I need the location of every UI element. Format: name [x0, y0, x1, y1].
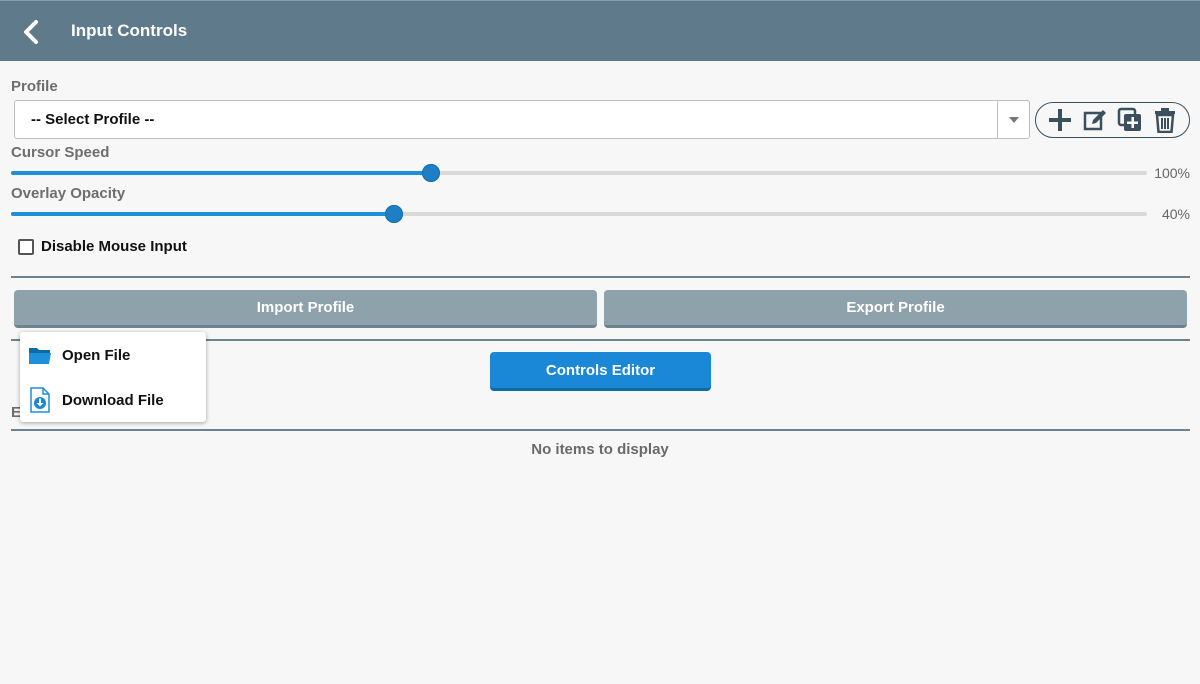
page-title: Input Controls	[71, 21, 188, 40]
profile-select[interactable]: -- Select Profile --	[14, 100, 1030, 139]
slider-thumb[interactable]	[384, 205, 403, 223]
delete-profile-button[interactable]	[1150, 105, 1180, 135]
disable-mouse-input-label: Disable Mouse Input	[41, 238, 187, 255]
cursor-speed-label: Cursor Speed	[11, 144, 110, 161]
folder-icon	[28, 342, 52, 368]
slider-fill	[11, 212, 394, 216]
export-profile-button[interactable]: Export Profile	[604, 290, 1187, 328]
empty-list-message: No items to display	[531, 441, 669, 458]
menu-item-download-file[interactable]: Download File	[20, 378, 206, 422]
cursor-speed-slider[interactable]	[11, 163, 1147, 183]
import-popup-menu: Open File Download File	[20, 332, 206, 422]
profile-select-value: -- Select Profile --	[31, 111, 155, 128]
edit-icon	[1083, 110, 1106, 131]
trash-icon	[1155, 108, 1176, 133]
add-profile-button[interactable]	[1045, 105, 1075, 135]
profile-toolbar	[1035, 102, 1190, 138]
controls-editor-button[interactable]: Controls Editor	[490, 352, 711, 391]
slider-thumb[interactable]	[422, 164, 441, 182]
back-arrow-icon	[24, 20, 38, 44]
divider	[11, 276, 1190, 278]
overlay-opacity-slider[interactable]	[11, 204, 1147, 224]
download-file-icon	[28, 387, 52, 413]
menu-item-open-file[interactable]: Open File	[20, 333, 206, 377]
overlay-opacity-value: 40%	[1161, 206, 1190, 222]
app-bar: Input Controls	[0, 0, 1200, 61]
back-button[interactable]	[12, 13, 50, 51]
divider	[11, 429, 1190, 431]
menu-item-label: Open File	[62, 346, 131, 364]
import-profile-button[interactable]: Import Profile	[14, 290, 597, 328]
dropdown-arrow-icon[interactable]	[997, 101, 1029, 138]
slider-fill	[11, 171, 432, 175]
profile-label: Profile	[11, 78, 58, 95]
checkbox-box[interactable]	[18, 238, 34, 255]
plus-icon	[1048, 109, 1071, 131]
overlay-opacity-label: Overlay Opacity	[11, 185, 126, 202]
duplicate-profile-button[interactable]	[1115, 105, 1145, 135]
edit-profile-button[interactable]	[1080, 105, 1110, 135]
menu-item-label: Download File	[62, 391, 164, 409]
disable-mouse-input-checkbox[interactable]: Disable Mouse Input	[18, 238, 187, 255]
duplicate-icon	[1117, 107, 1142, 131]
cursor-speed-value: 100%	[1154, 165, 1190, 181]
